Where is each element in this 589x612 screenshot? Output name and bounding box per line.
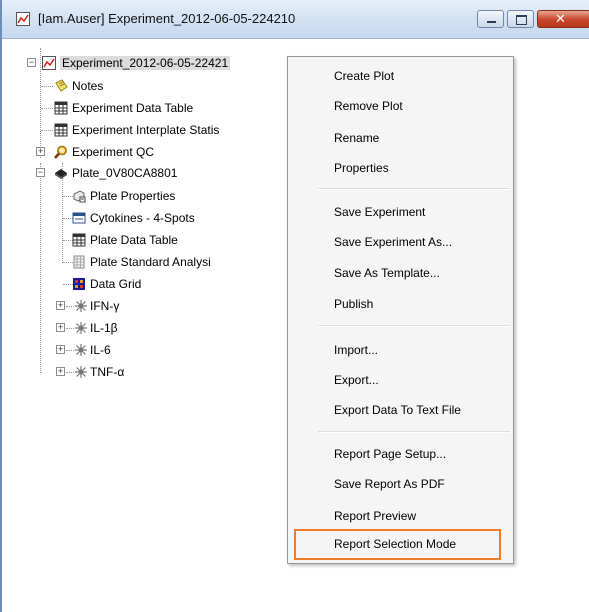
experiment-window: [Iam.Auser] Experiment_2012-06-05-224210…	[0, 0, 589, 612]
tree-node-label: Plate Properties	[90, 189, 176, 203]
menu-separator	[318, 188, 510, 190]
magnifier-icon	[54, 145, 67, 159]
menu-item-save-experiment[interactable]: Save Experiment	[334, 205, 425, 219]
maximize-button[interactable]	[507, 10, 534, 28]
tree-connector	[66, 328, 74, 329]
table-icon	[54, 101, 68, 115]
notes-icon	[55, 79, 68, 92]
tree-node-label: Plate Standard Analysi	[90, 255, 211, 269]
menu-item-rename[interactable]: Rename	[334, 131, 379, 145]
tree-node-label: Plate_0V80CA8801	[72, 166, 178, 180]
plot-icon	[42, 56, 56, 70]
expand-icon[interactable]: +	[36, 147, 45, 156]
menu-item-export-data-to-text-file[interactable]: Export Data To Text File	[334, 403, 461, 417]
expand-icon[interactable]: +	[56, 345, 65, 354]
tree-node-label: Experiment QC	[72, 145, 155, 159]
close-button[interactable]: ✕	[537, 10, 589, 28]
plate-icon	[55, 169, 67, 179]
collapse-icon[interactable]: −	[27, 58, 36, 67]
title-bar[interactable]: [Iam.Auser] Experiment_2012-06-05-224210…	[2, 0, 589, 39]
menu-item-save-report-as-pdf[interactable]: Save Report As PDF	[334, 477, 445, 491]
menu-item-report-selection-mode[interactable]: Report Selection Mode	[334, 537, 456, 551]
tree-node-label: IL-1β	[90, 321, 118, 335]
tree-node-label: TNF-α	[90, 365, 125, 379]
tree-node-label: Experiment Interplate Statis	[72, 123, 220, 137]
tree-node-label: IL-6	[90, 343, 111, 357]
tree-connector	[41, 130, 53, 131]
menu-item-save-experiment-as[interactable]: Save Experiment As...	[334, 235, 452, 249]
tree-node-label: Plate Data Table	[90, 233, 178, 247]
menu-separator	[318, 431, 510, 433]
analyte-icon	[75, 366, 87, 378]
window-title: [Iam.Auser] Experiment_2012-06-05-224210	[38, 11, 296, 26]
menu-item-report-page-setup[interactable]: Report Page Setup...	[334, 447, 446, 461]
analyte-icon	[75, 322, 87, 334]
menu-item-export[interactable]: Export...	[334, 373, 379, 387]
tree-connector	[41, 108, 53, 109]
grid-icon	[73, 278, 85, 290]
menu-item-import[interactable]: Import...	[334, 343, 378, 357]
panel-icon	[72, 212, 86, 224]
tree-node-label: Experiment_2012-06-05-22421	[60, 56, 231, 70]
analyte-icon	[75, 300, 87, 312]
collapse-icon[interactable]: −	[36, 168, 45, 177]
analyte-icon	[75, 344, 87, 356]
tree-connector	[66, 306, 74, 307]
menu-item-create-plot[interactable]: Create Plot	[334, 69, 394, 83]
menu-item-remove-plot[interactable]: Remove Plot	[334, 99, 403, 113]
tree-node-label: Cytokines - 4-Spots	[90, 211, 195, 225]
tree-connector	[40, 48, 41, 158]
table-icon	[54, 123, 68, 137]
tree-node-label: Notes	[72, 79, 104, 93]
tree-connector	[41, 86, 53, 87]
analysis-table-icon	[73, 255, 85, 269]
tree-node-label: Experiment Data Table	[72, 101, 194, 115]
menu-item-report-preview[interactable]: Report Preview	[334, 509, 416, 523]
properties-icon	[73, 190, 86, 203]
tree-connector	[66, 372, 74, 373]
menu-item-properties[interactable]: Properties	[334, 161, 389, 175]
tree-connector	[66, 350, 74, 351]
expand-icon[interactable]: +	[56, 367, 65, 376]
tree-node-label: Data Grid	[90, 277, 142, 291]
close-icon: ✕	[555, 11, 566, 26]
menu-separator	[318, 325, 510, 327]
tree-node-label: IFN-γ	[90, 299, 120, 313]
plot-icon	[16, 12, 30, 26]
expand-icon[interactable]: +	[56, 301, 65, 310]
tree-connector	[40, 163, 41, 373]
menu-item-save-as-template[interactable]: Save As Template...	[334, 266, 440, 280]
expand-icon[interactable]: +	[56, 323, 65, 332]
context-menu: Create Plot Remove Plot Rename Propertie…	[287, 56, 514, 564]
menu-item-publish[interactable]: Publish	[334, 297, 373, 311]
table-icon	[72, 233, 86, 247]
minimize-button[interactable]	[477, 10, 504, 28]
